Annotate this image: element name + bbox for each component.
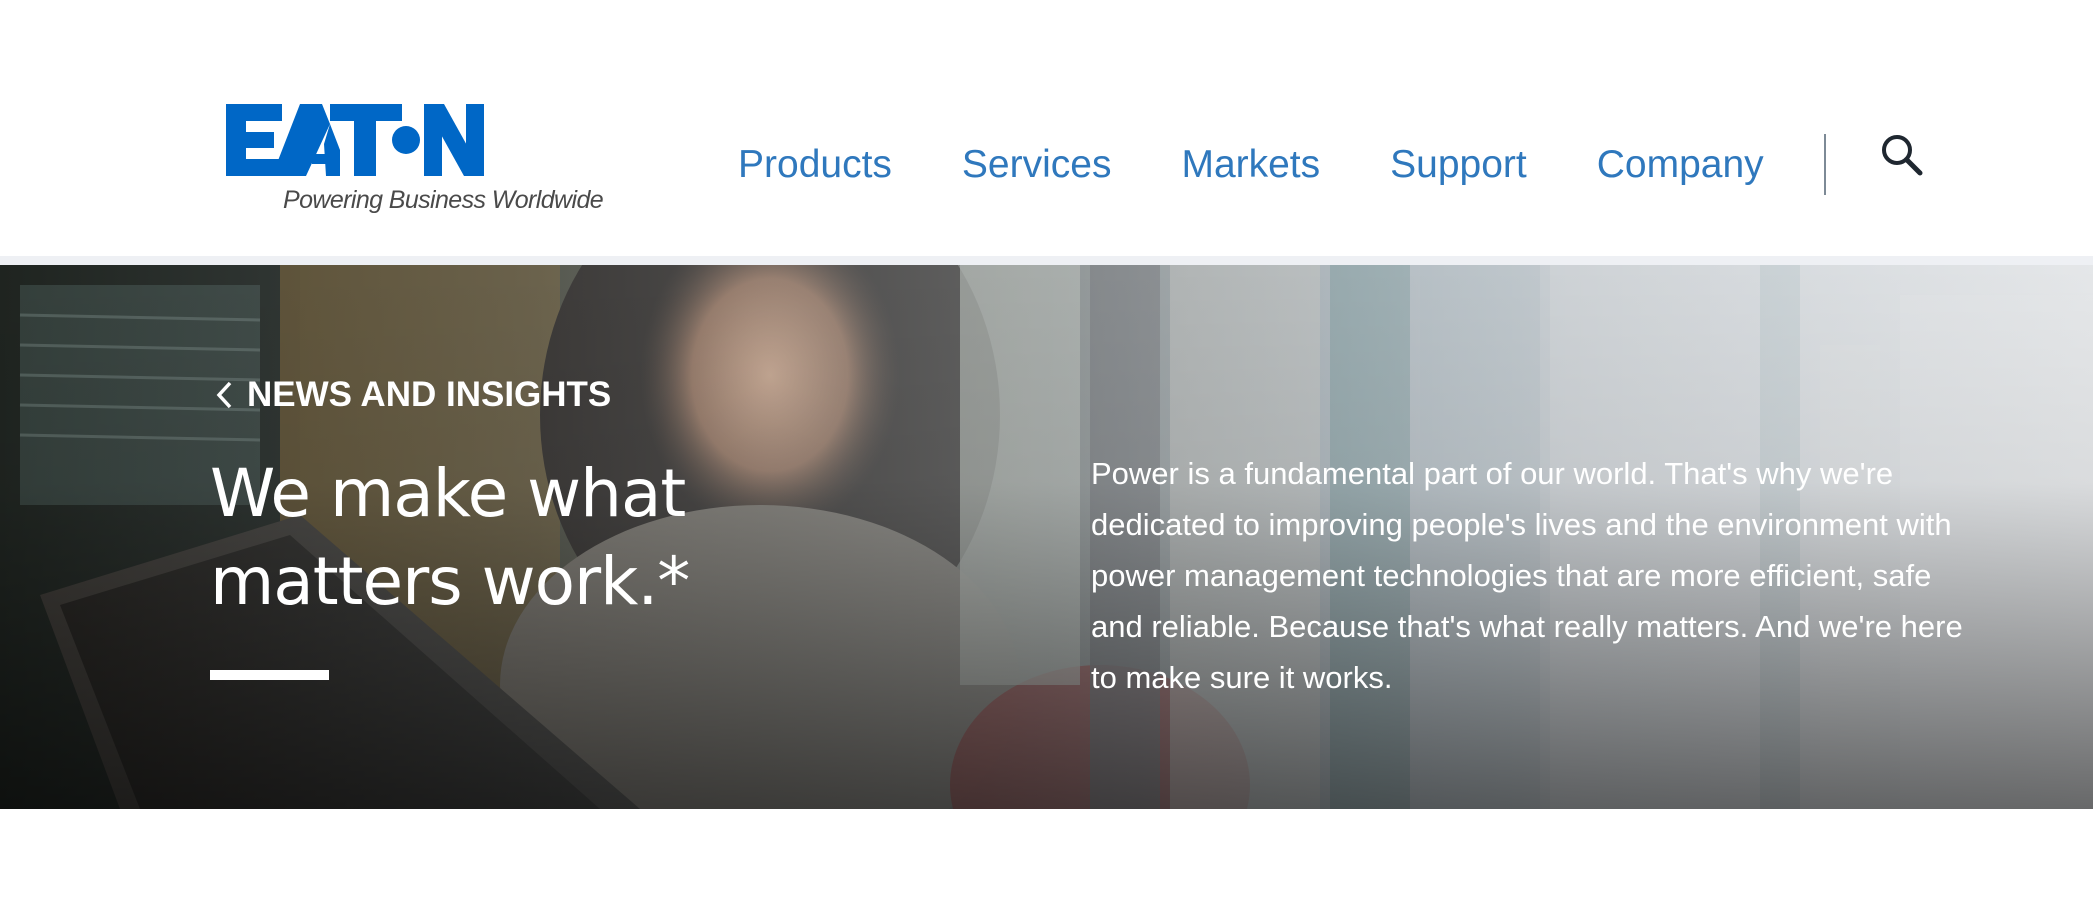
hero-banner: NEWS AND INSIGHTS We make what matters w… [0,265,2093,809]
chevron-left-icon [216,381,232,409]
nav-item-support[interactable]: Support [1390,143,1527,187]
eaton-wordmark [226,104,484,176]
breadcrumb-back-link[interactable]: NEWS AND INSIGHTS [213,375,611,415]
logo-tagline: Powering Business Worldwide [283,186,604,214]
header-divider [0,256,2093,265]
site-header: Powering Business Worldwide Products Ser… [0,0,2093,256]
search-button[interactable] [1878,131,1926,179]
search-icon [1882,135,1923,176]
hero-accent-bar [210,670,329,680]
breadcrumb-label: NEWS AND INSIGHTS [247,375,612,414]
hero-title: We make what matters work.* [210,455,690,620]
nav-divider [1824,134,1826,195]
eaton-logo[interactable]: Powering Business Worldwide [226,104,604,216]
nav-item-markets[interactable]: Markets [1181,143,1320,187]
hero-description: Power is a fundamental part of our world… [1091,456,1963,695]
main-nav: Products Services Markets Support Compan… [738,140,1764,190]
nav-item-products[interactable]: Products [738,143,892,187]
nav-item-company[interactable]: Company [1597,143,1764,187]
nav-item-services[interactable]: Services [962,143,1112,187]
